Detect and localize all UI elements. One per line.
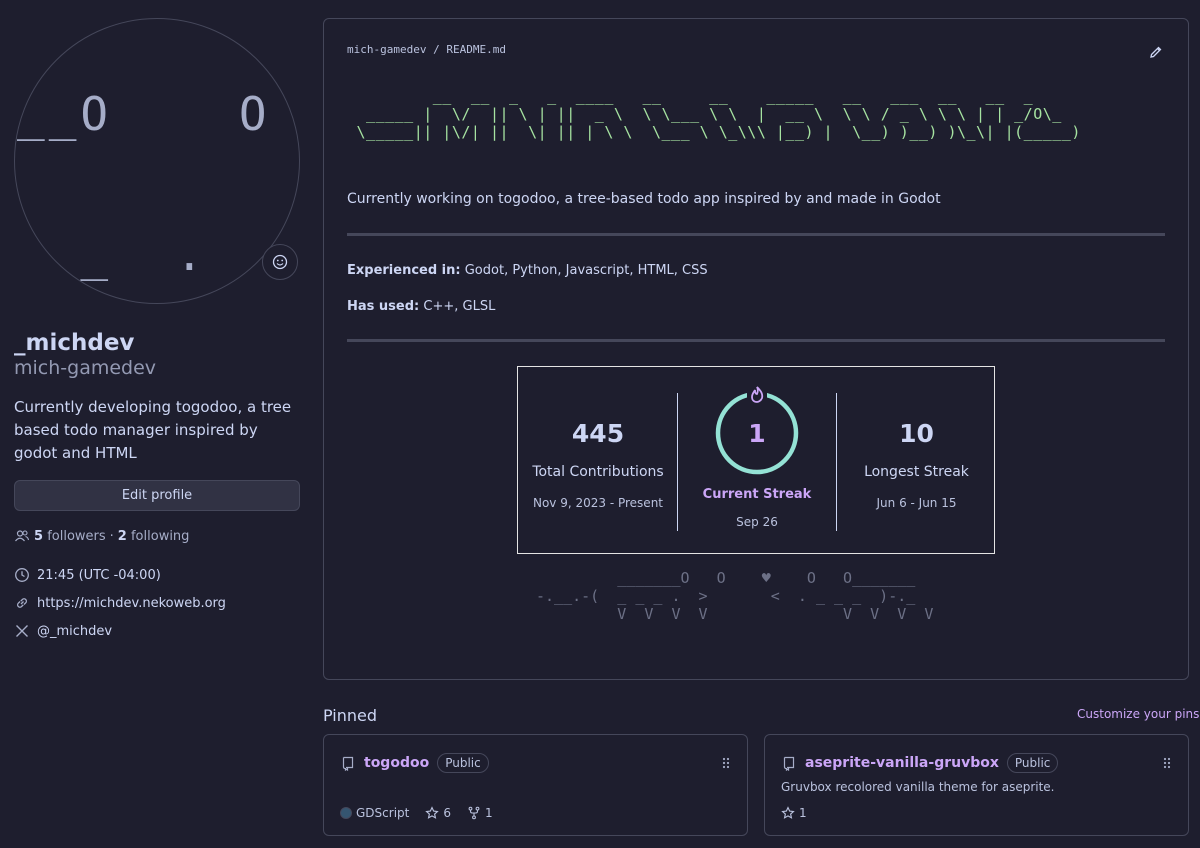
- streak-stats-card: 445 Total Contributions Nov 9, 2023 - Pr…: [517, 366, 995, 554]
- customize-pins-link[interactable]: Customize your pins: [1077, 707, 1199, 721]
- fork-icon: [468, 806, 480, 820]
- experienced-line: Experienced in: Godot, Python, Javascrip…: [347, 263, 708, 278]
- people-icon: [15, 530, 30, 542]
- visibility-badge: Public: [1006, 753, 1059, 773]
- drag-handle[interactable]: [1162, 755, 1172, 774]
- edit-profile-button[interactable]: Edit profile: [14, 480, 300, 511]
- current-streak-label: Current Streak: [702, 487, 812, 502]
- follow-separator: ·: [109, 528, 114, 544]
- divider: [347, 339, 1165, 342]
- followers-link[interactable]: 5 followers: [34, 529, 106, 544]
- current-streak: 1 Current Streak Sep 26: [678, 367, 836, 553]
- pinned-repo-name[interactable]: aseprite-vanilla-gruvbox: [805, 755, 999, 771]
- username: mich-gamedev: [14, 357, 157, 379]
- pinned-repo-footer: 1: [781, 806, 807, 820]
- link-icon: [17, 598, 27, 608]
- repo-icon: [342, 756, 354, 771]
- language-color-dot: [340, 807, 352, 819]
- pinned-repo-card: togodoo Public GDScript 6 1: [323, 734, 748, 836]
- total-contributions-range: Nov 9, 2023 - Present: [532, 496, 664, 510]
- longest-streak-range: Jun 6 - Jun 15: [876, 496, 957, 510]
- current-streak-value: 1: [748, 419, 766, 448]
- total-contributions-label: Total Contributions: [532, 464, 664, 480]
- repo-icon: [783, 756, 795, 771]
- follow-stats: 5 followers · 2 following: [14, 528, 189, 544]
- pinned-repo-header: togodoo Public: [340, 753, 489, 773]
- star-icon: [425, 806, 440, 819]
- pencil-icon: [1150, 46, 1162, 58]
- pinned-repo-footer: GDScript 6 1: [340, 806, 493, 820]
- visibility-badge: Public: [437, 753, 489, 773]
- readme-path: mich-gamedev / README.md: [347, 43, 506, 56]
- profile-bio: Currently developing togodoo, a tree bas…: [14, 398, 292, 462]
- readme-owner-link[interactable]: mich-gamedev: [347, 43, 426, 56]
- repo-forks-link[interactable]: 1: [467, 806, 493, 820]
- star-icon: [781, 806, 795, 819]
- x-logo-icon: [16, 625, 28, 637]
- avatar[interactable]: __O O _ _ . > V V: [14, 18, 300, 304]
- total-contributions: 445 Total Contributions Nov 9, 2023 - Pr…: [518, 367, 678, 553]
- readme-ascii-cats: _______O O ♥ O O_______ -.__.-( _ _ _ . …: [536, 569, 934, 623]
- pinned-repo-card: aseprite-vanilla-gruvbox Public Gruvbox …: [764, 734, 1189, 836]
- readme-tagline: Currently working on togodoo, a tree-bas…: [347, 191, 941, 207]
- divider: [347, 233, 1165, 236]
- x-handle-link[interactable]: @_michdev: [14, 623, 112, 639]
- smiley-icon: [272, 254, 288, 270]
- readme-ascii-banner: __ __ _ _ ____ __ __ _____ __ ___ __ __ …: [356, 87, 1081, 141]
- clock-icon: [15, 568, 29, 582]
- grabber-icon: [1163, 757, 1171, 769]
- longest-streak: 10 Longest Streak Jun 6 - Jun 15: [837, 367, 996, 553]
- current-streak-date: Sep 26: [736, 515, 778, 529]
- used-line: Has used: C++, GLSL: [347, 299, 496, 314]
- pinned-repo-description: Gruvbox recolored vanilla theme for asep…: [781, 780, 1055, 794]
- readme-file-link[interactable]: README.md: [446, 43, 506, 56]
- following-link[interactable]: 2 following: [118, 529, 190, 544]
- total-contributions-value: 445: [571, 419, 625, 448]
- longest-streak-label: Longest Streak: [864, 464, 969, 480]
- pinned-repo-header: aseprite-vanilla-gruvbox Public: [781, 753, 1059, 773]
- longest-streak-value: 10: [899, 419, 934, 448]
- readme-card: mich-gamedev / README.md __ __ _ _ ____ …: [323, 18, 1189, 680]
- pinned-repo-name[interactable]: togodoo: [364, 755, 429, 771]
- repo-stars-link[interactable]: 1: [781, 806, 807, 820]
- avatar-ascii-art: __O O _ _ . > V V: [17, 87, 298, 281]
- display-name: _michdev: [14, 330, 135, 356]
- grabber-icon: [722, 757, 730, 769]
- set-status-button[interactable]: [262, 244, 298, 280]
- website-link[interactable]: https://michdev.nekoweb.org: [14, 595, 226, 611]
- repo-language: GDScript: [340, 806, 409, 820]
- local-time: 21:45 (UTC -04:00): [14, 567, 161, 583]
- pinned-heading: Pinned: [323, 706, 378, 725]
- repo-stars-link[interactable]: 6: [425, 806, 451, 820]
- edit-readme-button[interactable]: [1148, 44, 1164, 64]
- drag-handle[interactable]: [721, 755, 731, 774]
